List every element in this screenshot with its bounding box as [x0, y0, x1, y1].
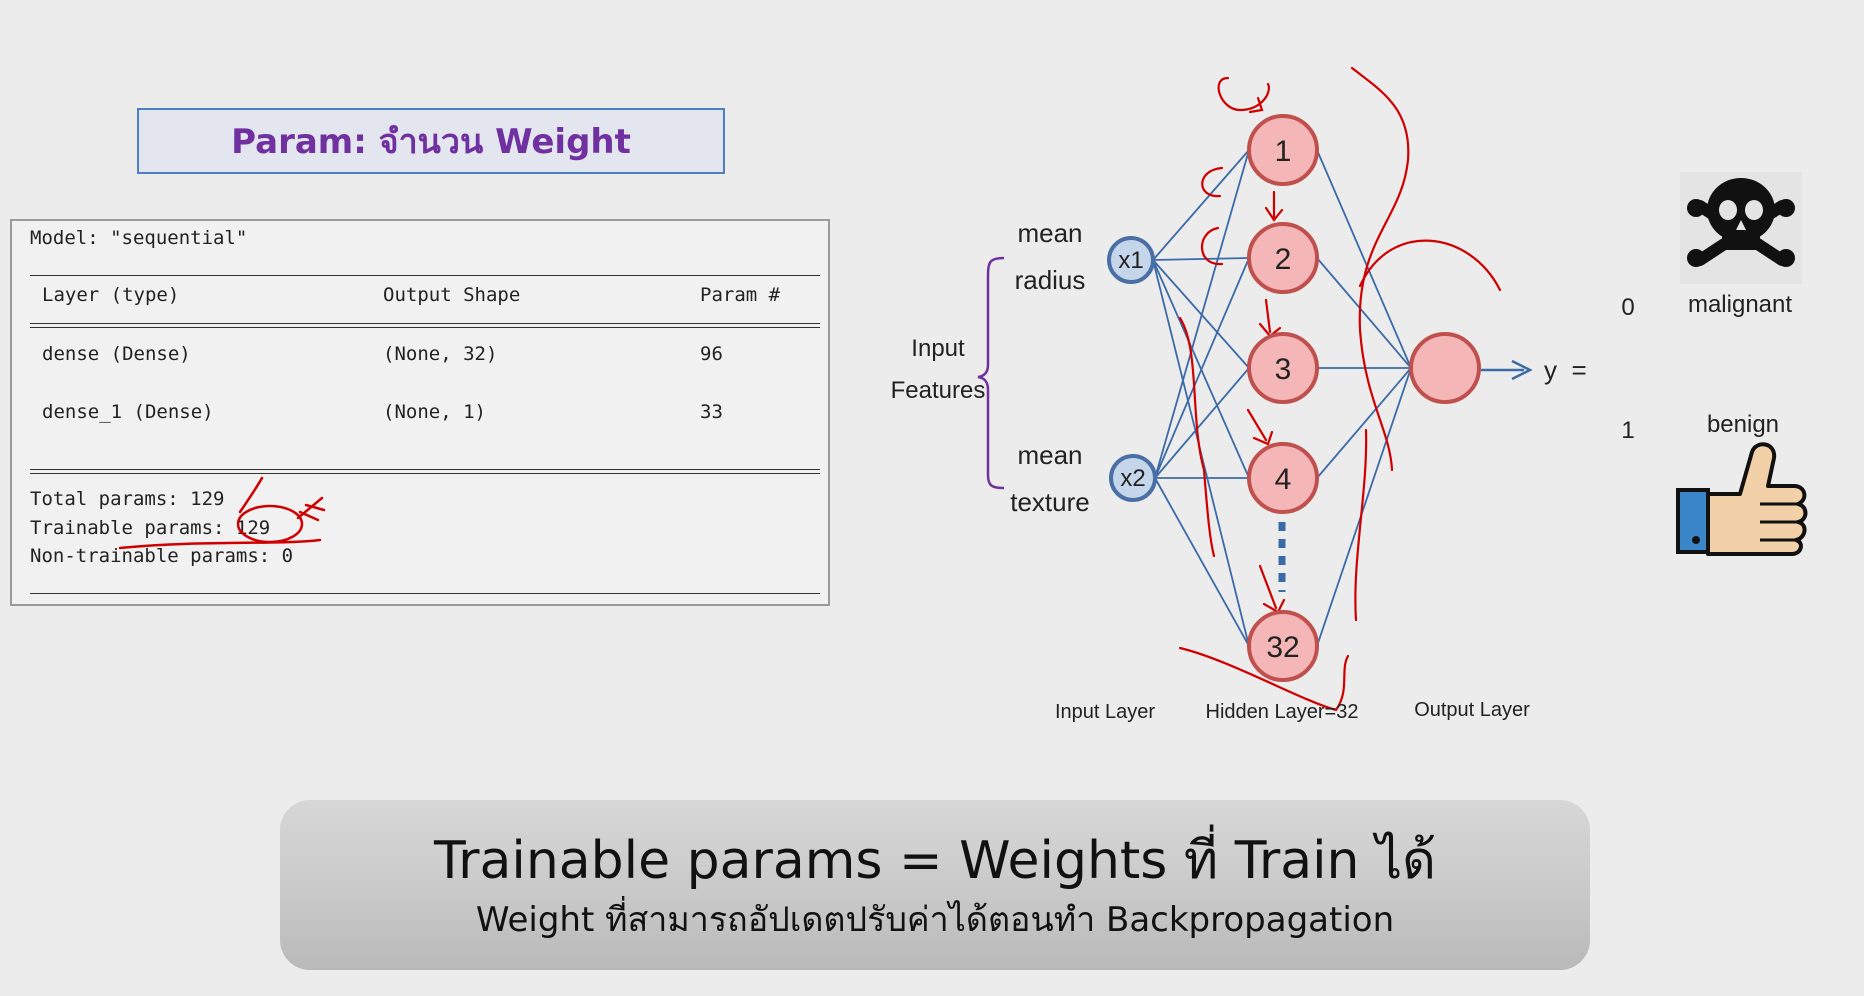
- input-features-label: Input: [911, 335, 965, 362]
- layer-label: Input Layer: [1055, 701, 1155, 723]
- caption-sub: Weight ที่สามารถอัปเดตปรับค่าได้ตอนทำ Ba…: [475, 900, 1395, 940]
- feature-label: radius: [1015, 265, 1086, 295]
- network-edge: [1152, 259, 1250, 369]
- hidden-node-label: 1: [1275, 135, 1292, 168]
- network-edge: [1152, 257, 1250, 261]
- thumbs-up-icon: [1676, 442, 1808, 556]
- layer-label: Hidden Layer=32: [1206, 701, 1359, 723]
- input-node-label: x2: [1120, 465, 1145, 492]
- hidden-node-label: 4: [1275, 463, 1292, 496]
- class-name: malignant: [1688, 291, 1792, 318]
- class-value: 1: [1621, 417, 1634, 444]
- caption-main: Trainable params = Weights ที่ Train ได้: [434, 831, 1436, 891]
- output-node: [1409, 332, 1481, 404]
- hidden-nodes: [1247, 114, 1319, 682]
- layer-label: Output Layer: [1414, 699, 1530, 721]
- hidden-node-label: 3: [1275, 353, 1292, 386]
- network-edge: [1316, 149, 1412, 369]
- network-edge: [1152, 149, 1250, 261]
- network-edge: [1316, 367, 1412, 647]
- hidden-node-label: 32: [1266, 631, 1299, 664]
- input-node-label: x1: [1118, 247, 1143, 274]
- network-edge: [1154, 477, 1250, 647]
- skull-crossbones-icon: [1680, 172, 1802, 284]
- network-edge: [1154, 149, 1250, 479]
- feature-label: mean: [1017, 218, 1082, 248]
- output-equation: y =: [1544, 355, 1587, 385]
- input-brace: [977, 256, 1005, 490]
- handwritten-annotation: [118, 476, 326, 550]
- feature-label: texture: [1010, 487, 1090, 517]
- class-name: benign: [1707, 411, 1779, 438]
- class-value: 0: [1621, 294, 1634, 321]
- input-features-label: Features: [891, 377, 986, 404]
- hidden-node-label: 2: [1275, 243, 1292, 276]
- network-edge: [1316, 367, 1412, 479]
- feature-label: mean: [1017, 440, 1082, 470]
